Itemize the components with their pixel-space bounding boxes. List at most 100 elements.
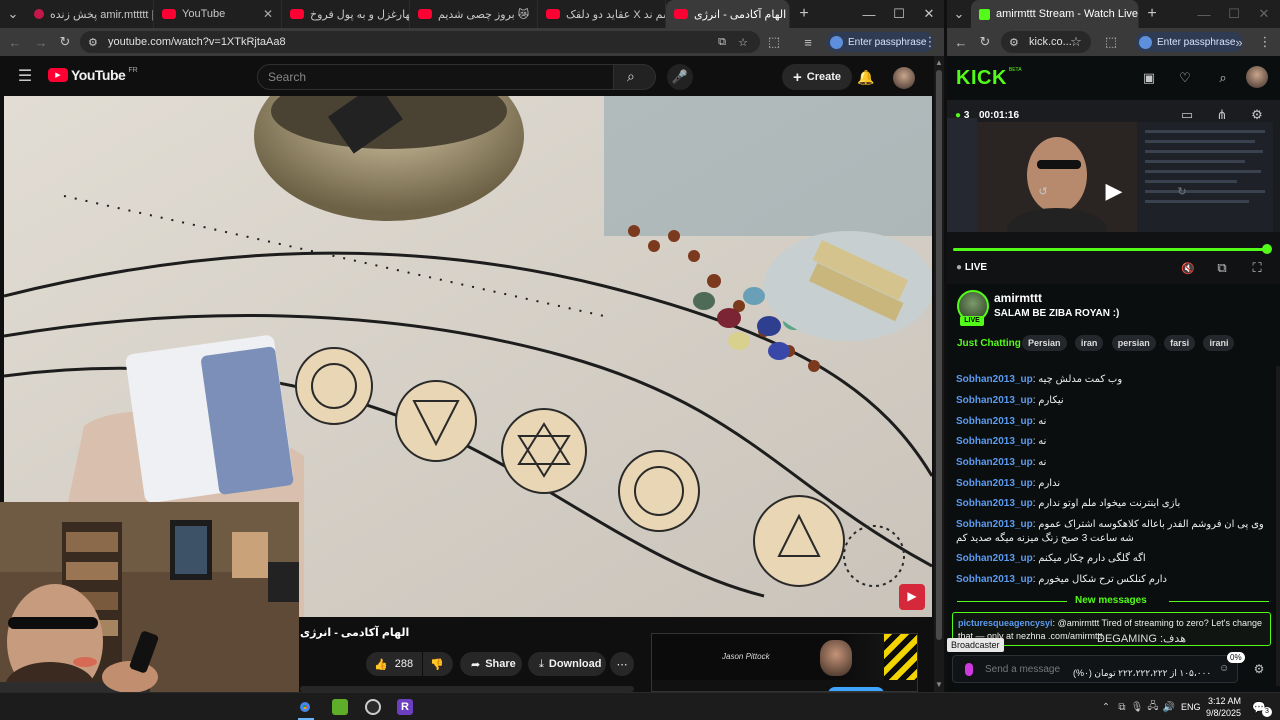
clock-time[interactable]: 3:12 AM bbox=[1208, 696, 1241, 706]
bookmark-star-icon[interactable]: ☆ bbox=[1069, 32, 1083, 52]
clock-date[interactable]: 9/8/2025 bbox=[1206, 708, 1241, 718]
emoji-picker-icon[interactable]: ☺ bbox=[1219, 663, 1229, 674]
more-chevron-icon[interactable]: » bbox=[1233, 32, 1245, 52]
forward-skip-icon[interactable]: ↻ bbox=[1175, 184, 1189, 198]
game-launcher-taskbar-icon[interactable] bbox=[332, 699, 348, 715]
chat-message: Sobhan2013_up: نه bbox=[956, 457, 1047, 468]
minimize-icon[interactable]: — bbox=[856, 0, 882, 28]
channel-watermark-icon[interactable]: ▶ bbox=[901, 585, 923, 607]
maximize-icon[interactable]: ☐ bbox=[886, 0, 912, 28]
tab-kick-watch[interactable]: amirmttt Stream - Watch Live o ✕ bbox=[971, 0, 1139, 28]
passphrase-button[interactable]: Enter passphrase bbox=[1135, 32, 1244, 52]
chat-settings-gear-icon[interactable]: ⚙ bbox=[1252, 662, 1266, 676]
site-info-icon[interactable]: ⚙ bbox=[1009, 36, 1019, 49]
play-icon[interactable]: ▶ bbox=[1101, 178, 1127, 204]
close-window-icon[interactable]: ✕ bbox=[916, 0, 942, 28]
language-indicator[interactable]: ENG bbox=[1181, 702, 1201, 712]
dislike-button[interactable]: 👎 bbox=[423, 652, 453, 676]
hamburger-menu-icon[interactable]: ☰ bbox=[16, 66, 34, 86]
extensions-icon[interactable]: ⬚ bbox=[766, 32, 782, 52]
progress-handle[interactable] bbox=[1262, 244, 1272, 254]
tab-search-icon[interactable]: ⌄ bbox=[0, 0, 26, 28]
tab-video-2[interactable]: مهارغزل و به پول فروخ... ✕ bbox=[282, 0, 410, 28]
tray-app-icon[interactable]: ⧉ bbox=[1116, 699, 1128, 715]
notifications-bell-icon[interactable]: 🔔 bbox=[857, 67, 875, 87]
youtube-logo[interactable]: ▶ YouTube FR bbox=[48, 67, 138, 83]
scroll-down-arrow-icon[interactable]: ▼ bbox=[935, 680, 943, 689]
close-tab-icon[interactable]: ✕ bbox=[529, 7, 537, 21]
url-field[interactable]: ⚙ youtube.com/watch?v=1XTkRjtaAa8 ⧉ ☆ bbox=[80, 31, 760, 53]
app-r-taskbar-icon[interactable]: R bbox=[397, 699, 413, 715]
new-tab-icon[interactable]: + bbox=[790, 0, 818, 28]
like-button[interactable]: 👍 288 bbox=[366, 652, 422, 676]
create-button[interactable]: + Create bbox=[782, 64, 853, 90]
install-icon[interactable]: ⧉ bbox=[718, 36, 726, 49]
share-button[interactable]: ➦ Share bbox=[460, 652, 522, 676]
download-button[interactable]: ⤓ Download bbox=[528, 652, 606, 676]
volume-icon[interactable]: 🔊 bbox=[1163, 699, 1175, 715]
youtube-search-input[interactable]: Search bbox=[257, 64, 614, 90]
new-messages-divider[interactable]: New messages bbox=[947, 595, 1280, 607]
tab-kick-stream[interactable]: پخش زنده amir.mttttt | ✕ bbox=[26, 0, 154, 28]
reading-list-icon[interactable]: ≡ bbox=[800, 32, 816, 52]
forward-icon[interactable]: → bbox=[32, 32, 50, 52]
kick-stream-player[interactable]: ● 3 00:01:16 ▭ ⋔ ⚙ ↺ ▶ ↻ ● LIVE 🔇 ⧉ ⛶ bbox=[947, 100, 1280, 284]
chrome-taskbar-icon[interactable] bbox=[296, 698, 314, 716]
tag-pill[interactable]: Persian bbox=[1022, 335, 1067, 351]
scroll-thumb[interactable] bbox=[936, 70, 942, 640]
extensions-icon[interactable]: ⬚ bbox=[1103, 32, 1119, 52]
tag-pill[interactable]: iran bbox=[1074, 335, 1104, 351]
passphrase-button[interactable]: Enter passphrase bbox=[826, 32, 935, 52]
bookmark-star-icon[interactable]: ☆ bbox=[738, 36, 748, 49]
reload-icon[interactable]: ↻ bbox=[56, 32, 74, 52]
account-avatar[interactable] bbox=[893, 67, 915, 89]
tag-pill[interactable]: irani bbox=[1203, 335, 1235, 351]
rewards-chest-icon[interactable]: ▣ bbox=[1141, 70, 1157, 86]
page-scrollbar[interactable]: ▲ ▼ bbox=[934, 56, 944, 692]
tag-pill[interactable]: farsi bbox=[1164, 335, 1196, 351]
reload-icon[interactable]: ↻ bbox=[977, 32, 993, 52]
mute-icon[interactable]: 🔇 bbox=[1181, 261, 1195, 275]
maximize-icon[interactable]: ☐ bbox=[1223, 0, 1245, 28]
search-button[interactable]: ⌕ bbox=[614, 64, 656, 90]
progress-bar[interactable] bbox=[953, 248, 1267, 251]
tab-youtube[interactable]: YouTube ✕ bbox=[154, 0, 282, 28]
site-info-icon[interactable]: ⚙ bbox=[88, 36, 98, 49]
tray-chevron-icon[interactable]: ⌃ bbox=[1100, 699, 1112, 715]
back-icon[interactable]: ← bbox=[6, 32, 24, 52]
tab-active-video[interactable]: الهام آکادمی - انرژی 🔊 ✕ bbox=[666, 0, 790, 28]
new-tab-icon[interactable]: + bbox=[1139, 0, 1165, 28]
tab-video-4[interactable]: عقاید دو دلقک X اسم ند... ✕ bbox=[538, 0, 666, 28]
picture-in-picture-icon[interactable]: ⧉ bbox=[1215, 260, 1229, 275]
microphone-icon[interactable]: 🎙 bbox=[1131, 699, 1144, 715]
tag-pill[interactable]: persian bbox=[1111, 335, 1156, 351]
search-icon[interactable]: ⌕ bbox=[1215, 70, 1231, 86]
channel-name[interactable]: amirmttt bbox=[994, 291, 1042, 305]
account-avatar[interactable] bbox=[1246, 66, 1268, 88]
scroll-up-arrow-icon[interactable]: ▲ bbox=[935, 58, 943, 67]
pinned-user[interactable]: picturesqueagencysyi bbox=[958, 618, 1053, 628]
theater-mode-icon[interactable]: ▭ bbox=[1180, 107, 1194, 122]
share-icon[interactable]: ⋔ bbox=[1215, 107, 1229, 122]
network-icon[interactable]: 🖧 bbox=[1147, 699, 1159, 715]
settings-gear-icon[interactable]: ⚙ bbox=[1250, 107, 1264, 122]
menu-kebab-icon[interactable]: ⋮ bbox=[924, 32, 937, 52]
close-window-icon[interactable]: ✕ bbox=[1253, 0, 1275, 28]
ad-presenter-name: Jason Pittock bbox=[722, 652, 770, 661]
sidebar-ad-card[interactable]: Jason Pittock bbox=[651, 633, 918, 692]
tab-search-icon[interactable]: ⌄ bbox=[947, 0, 971, 28]
minimize-icon[interactable]: — bbox=[1193, 0, 1215, 28]
rewind-icon[interactable]: ↺ bbox=[1036, 184, 1050, 198]
back-icon[interactable]: ← bbox=[953, 32, 969, 52]
more-actions-button[interactable]: ⋯ bbox=[610, 652, 634, 676]
category-link[interactable]: Just Chatting bbox=[957, 338, 1021, 349]
chat-scrollbar[interactable] bbox=[1276, 366, 1280, 686]
close-tab-icon[interactable]: ✕ bbox=[257, 7, 273, 21]
obs-taskbar-icon[interactable] bbox=[365, 699, 381, 715]
kick-logo[interactable]: KICK BETA bbox=[956, 67, 1022, 90]
tab-video-3[interactable]: بروز چصی شدیم 😿 ✕ bbox=[410, 0, 538, 28]
fullscreen-icon[interactable]: ⛶ bbox=[1250, 260, 1264, 275]
menu-kebab-icon[interactable]: ⋮ bbox=[1259, 32, 1272, 52]
voice-search-mic-icon[interactable]: 🎤 bbox=[667, 64, 693, 90]
following-heart-icon[interactable]: ♡ bbox=[1177, 70, 1193, 86]
